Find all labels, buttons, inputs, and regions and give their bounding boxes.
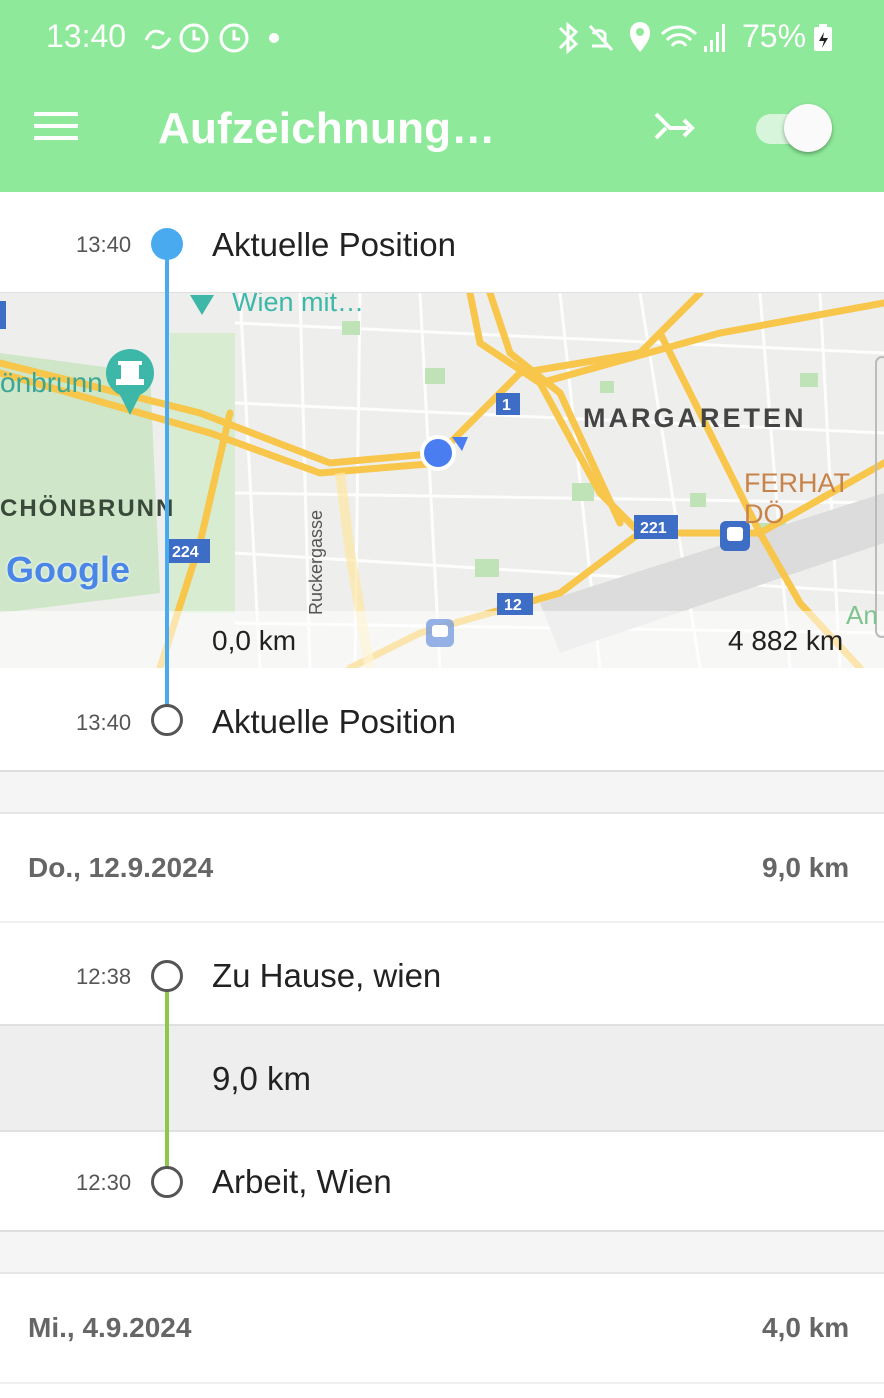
- alarm-icon: [219, 23, 249, 53]
- map-label-an: An: [846, 600, 878, 630]
- distance-end: 4 882 km: [728, 625, 844, 656]
- section-gap: [0, 770, 884, 814]
- current-start-time: 13:40: [76, 232, 132, 257]
- segment-distance: 9,0 km: [212, 1060, 312, 1097]
- signal-icon: [704, 24, 725, 52]
- day-total-distance: 9,0 km: [762, 852, 850, 883]
- toggle-knob: [784, 104, 832, 152]
- google-logo: Google: [6, 549, 130, 590]
- day-total-distance: 4,0 km: [762, 1312, 850, 1343]
- battery-icon: [814, 24, 832, 51]
- current-location-dot: [420, 435, 456, 471]
- day-timeline-line: [165, 976, 169, 1182]
- timeline-dot-end: [151, 704, 183, 736]
- stop-time: 12:38: [76, 964, 132, 989]
- recording-toggle[interactable]: [756, 100, 834, 152]
- road-shield-224: 224: [172, 544, 199, 561]
- day-date: Do., 12.9.2024: [28, 852, 214, 883]
- map-label-schoenbrunn-district: CHÖNBRUNN: [0, 495, 176, 522]
- route-map[interactable]: 1 224 221 12 Wien mit… önbrunn CHÖNBRUNN…: [0, 293, 884, 668]
- day-date: Mi., 4.9.2024: [28, 1312, 192, 1343]
- divider: [0, 921, 884, 923]
- road-shield-12: 12: [504, 597, 522, 614]
- poi-marker-icon: [190, 295, 214, 315]
- mute-icon: [588, 24, 614, 52]
- timeline-dot-start: [151, 228, 183, 260]
- distance-start: 0,0 km: [212, 625, 297, 656]
- map-label-ruckergasse: Ruckergasse: [306, 509, 326, 615]
- shuffle-arrow-icon[interactable]: [648, 104, 700, 148]
- current-end-time: 13:40: [76, 710, 132, 735]
- map-label-ferhat: FERHAT DÖ: [744, 468, 850, 529]
- timeline-dot: [151, 1166, 183, 1198]
- status-right-icons: [558, 21, 725, 55]
- section-gap: [0, 1230, 884, 1274]
- map-label-wien-mitte: Wien mit…: [232, 293, 365, 317]
- stop-label[interactable]: Zu Hause, wien: [212, 957, 441, 995]
- current-end-label[interactable]: Aktuelle Position: [212, 703, 456, 741]
- divider: [0, 1382, 884, 1384]
- status-left-icons: [144, 23, 279, 53]
- location-icon: [630, 22, 650, 52]
- status-time: 13:40: [46, 18, 127, 54]
- app-title: Aufzeichnung…: [158, 104, 496, 153]
- road-shield-221: 221: [640, 520, 667, 537]
- stop-label[interactable]: Arbeit, Wien: [212, 1163, 392, 1201]
- bluetooth-icon: [558, 21, 579, 55]
- dot-icon: [269, 33, 279, 43]
- alarm-icon: [179, 23, 209, 53]
- current-timeline-line: [165, 244, 169, 720]
- current-start-label[interactable]: Aktuelle Position: [212, 226, 456, 264]
- wifi-icon: [660, 25, 698, 47]
- road-shield-1: 1: [502, 397, 511, 414]
- map-label-schoenbrunn: önbrunn: [0, 367, 103, 398]
- timeline-dot: [151, 960, 183, 992]
- battery-percent: 75%: [742, 18, 807, 54]
- map-label-margareten: MARGARETEN: [583, 403, 807, 433]
- sync-icon: [144, 29, 172, 50]
- segment-row[interactable]: [0, 1024, 884, 1132]
- stop-time: 12:30: [76, 1170, 132, 1195]
- hamburger-icon[interactable]: [30, 104, 82, 148]
